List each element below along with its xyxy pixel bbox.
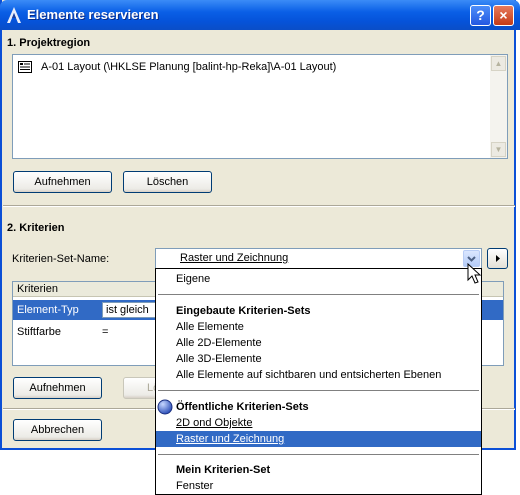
section-title-kriterien: 2. Kriterien xyxy=(7,222,65,234)
table-cell-name: Stiftfarbe xyxy=(17,326,62,338)
dropdown-separator xyxy=(158,454,479,455)
dropdown-group-public: Öffentliche Kriterien-Sets xyxy=(176,401,309,413)
table-cell-name: Element-Typ xyxy=(17,304,79,316)
dropdown-group-mine: Mein Kriterien-Set xyxy=(176,464,271,476)
set-name-label: Kriterien-Set-Name: xyxy=(12,253,110,265)
dropdown-item[interactable]: Alle 3D-Elemente xyxy=(156,351,481,367)
add-region-button[interactable]: Aufnehmen xyxy=(13,171,112,193)
set-name-dropdown-list[interactable]: Eigene Eingebaute Kriterien-Sets Alle El… xyxy=(155,268,482,495)
separator xyxy=(3,205,515,207)
scroll-up-icon[interactable]: ▲ xyxy=(491,56,506,71)
title-bar[interactable]: Elemente reservieren ? × xyxy=(0,0,520,30)
project-region-list[interactable]: A-01 Layout (\HKLSE Planung [balint-hp-R… xyxy=(12,54,508,159)
window-title: Elemente reservieren xyxy=(27,7,159,22)
scroll-down-icon[interactable]: ▼ xyxy=(491,142,506,157)
dropdown-item[interactable]: Fenster xyxy=(156,478,481,494)
cancel-button[interactable]: Abbrechen xyxy=(13,419,102,441)
table-cell-operator: = xyxy=(102,326,109,338)
archicad-icon xyxy=(7,7,21,23)
help-button[interactable]: ? xyxy=(470,5,491,26)
dropdown-separator xyxy=(158,390,479,391)
dropdown-separator xyxy=(158,294,479,295)
set-name-dropdown[interactable]: Raster und Zeichnung xyxy=(155,248,482,269)
add-criteria-button[interactable]: Aufnehmen xyxy=(13,377,102,399)
dropdown-item-selected[interactable]: Raster und Zeichnung xyxy=(156,431,481,447)
list-item-label: A-01 Layout (\HKLSE Planung [balint-hp-R… xyxy=(41,61,337,73)
dropdown-group-builtin: Eingebaute Kriterien-Sets xyxy=(176,305,311,317)
delete-region-button[interactable]: Löschen xyxy=(123,171,212,193)
dropdown-item[interactable]: 2D ond Objekte xyxy=(156,415,481,431)
mouse-cursor-icon xyxy=(467,263,481,284)
dropdown-item-eigene[interactable]: Eigene xyxy=(156,271,481,287)
triangle-right-icon xyxy=(496,255,500,262)
layout-icon xyxy=(18,61,32,73)
section-title-projektregion: 1. Projektregion xyxy=(7,37,91,49)
dropdown-item[interactable]: Alle Elemente xyxy=(156,319,481,335)
set-menu-button[interactable] xyxy=(487,248,508,269)
vertical-scrollbar[interactable]: ▲ ▼ xyxy=(490,55,507,158)
set-name-value: Raster und Zeichnung xyxy=(180,252,289,264)
close-button[interactable]: × xyxy=(493,5,514,26)
dropdown-item[interactable]: Alle Elemente auf sichtbaren und entsich… xyxy=(156,367,481,383)
dropdown-item[interactable]: Alle 2D-Elemente xyxy=(156,335,481,351)
